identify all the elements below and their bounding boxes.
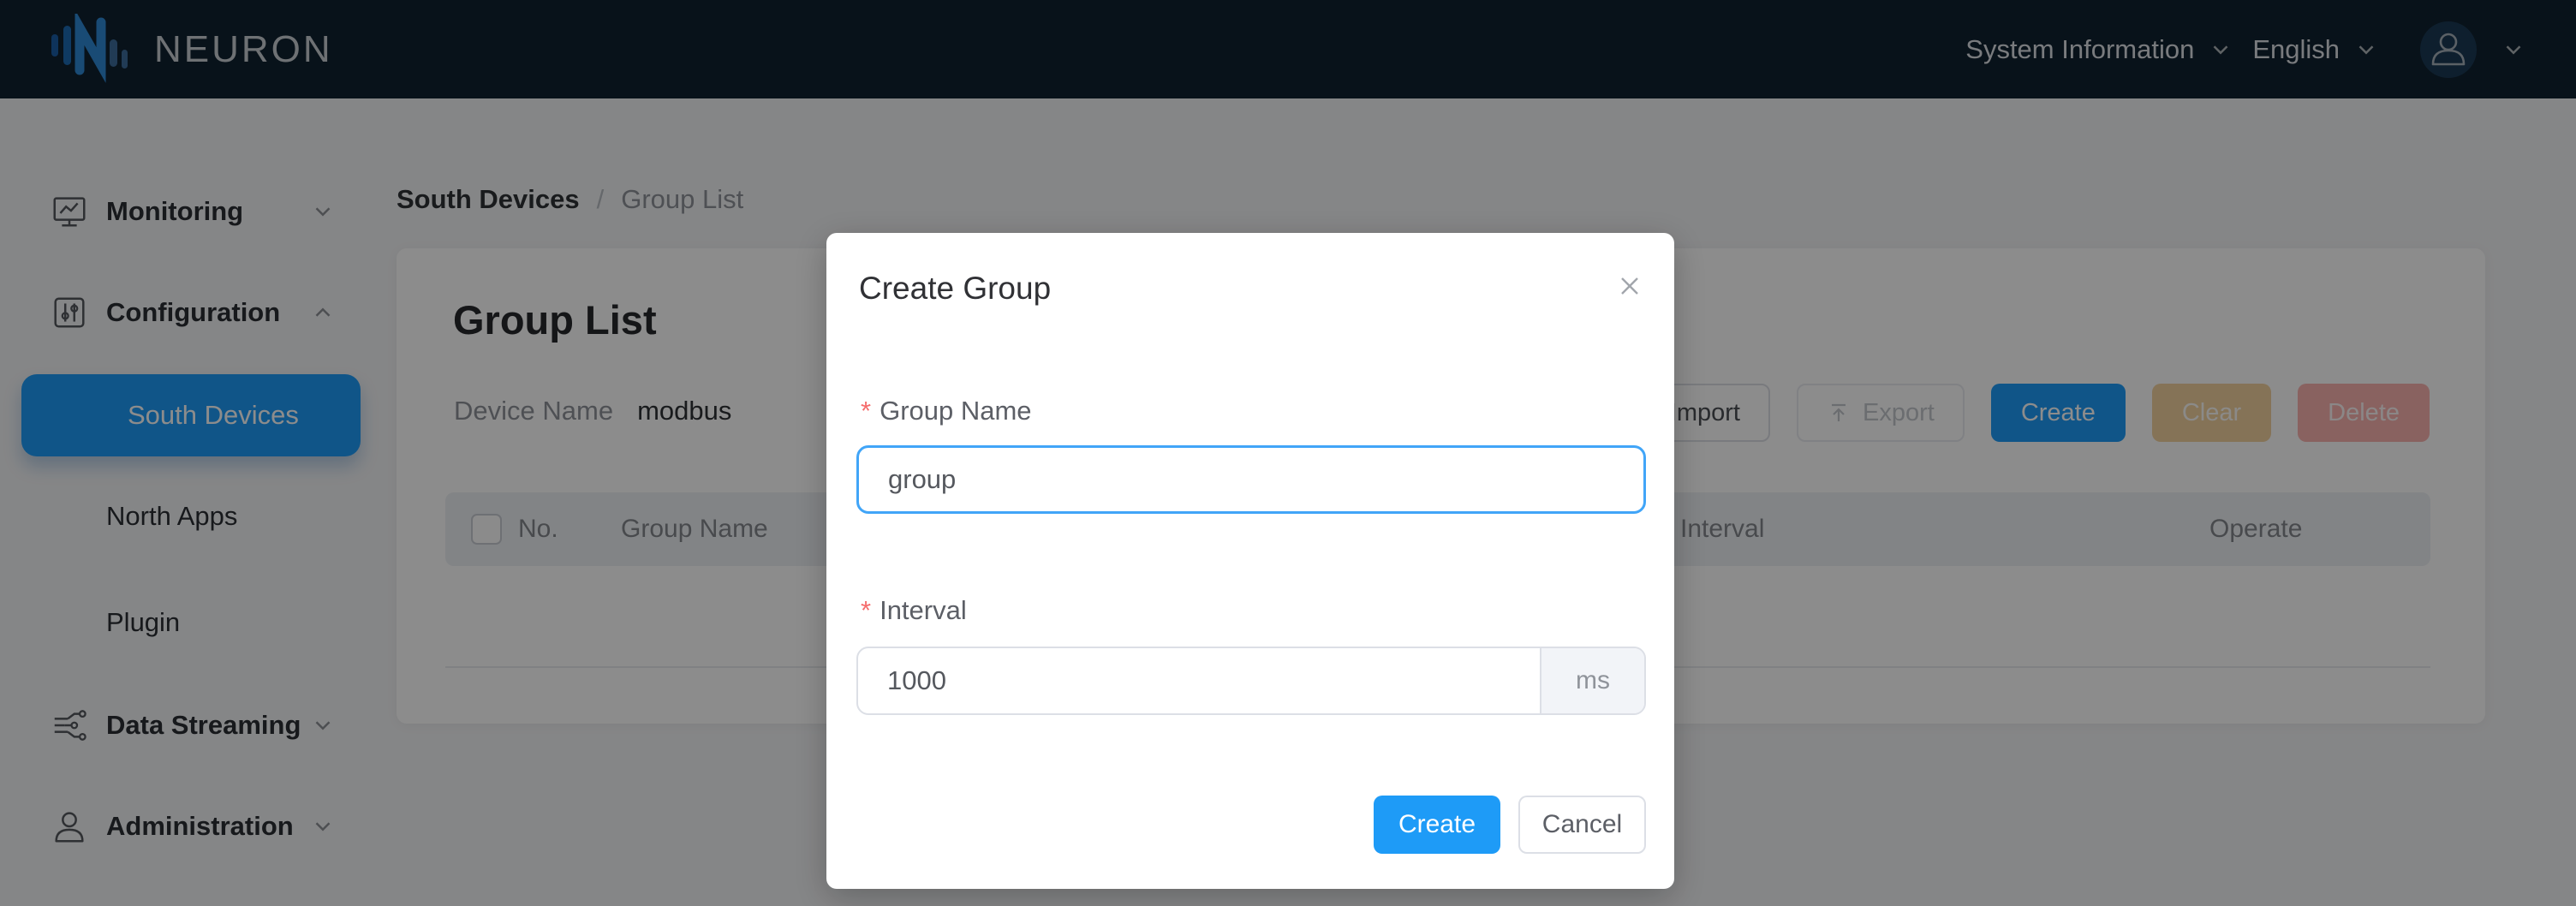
interval-label-row: * Interval xyxy=(861,595,967,626)
required-marker: * xyxy=(861,396,871,426)
required-marker: * xyxy=(861,595,871,626)
group-name-field-wrap xyxy=(856,445,1646,514)
modal-title: Create Group xyxy=(859,271,1051,307)
group-name-label-row: * Group Name xyxy=(861,396,1032,426)
interval-unit: ms xyxy=(1540,648,1644,713)
interval-field-wrap: ms xyxy=(856,647,1646,715)
modal-cancel-label: Cancel xyxy=(1542,810,1622,839)
modal-footer: Create Cancel xyxy=(1374,796,1646,854)
group-name-input[interactable] xyxy=(859,448,1643,511)
modal-cancel-button[interactable]: Cancel xyxy=(1518,796,1646,854)
create-group-modal: Create Group * Group Name * Interval ms … xyxy=(826,233,1674,889)
modal-create-label: Create xyxy=(1398,810,1476,839)
interval-label: Interval xyxy=(880,595,967,626)
interval-input[interactable] xyxy=(858,648,1540,713)
modal-create-button[interactable]: Create xyxy=(1374,796,1500,854)
close-icon[interactable] xyxy=(1616,272,1643,300)
group-name-label: Group Name xyxy=(880,396,1031,426)
